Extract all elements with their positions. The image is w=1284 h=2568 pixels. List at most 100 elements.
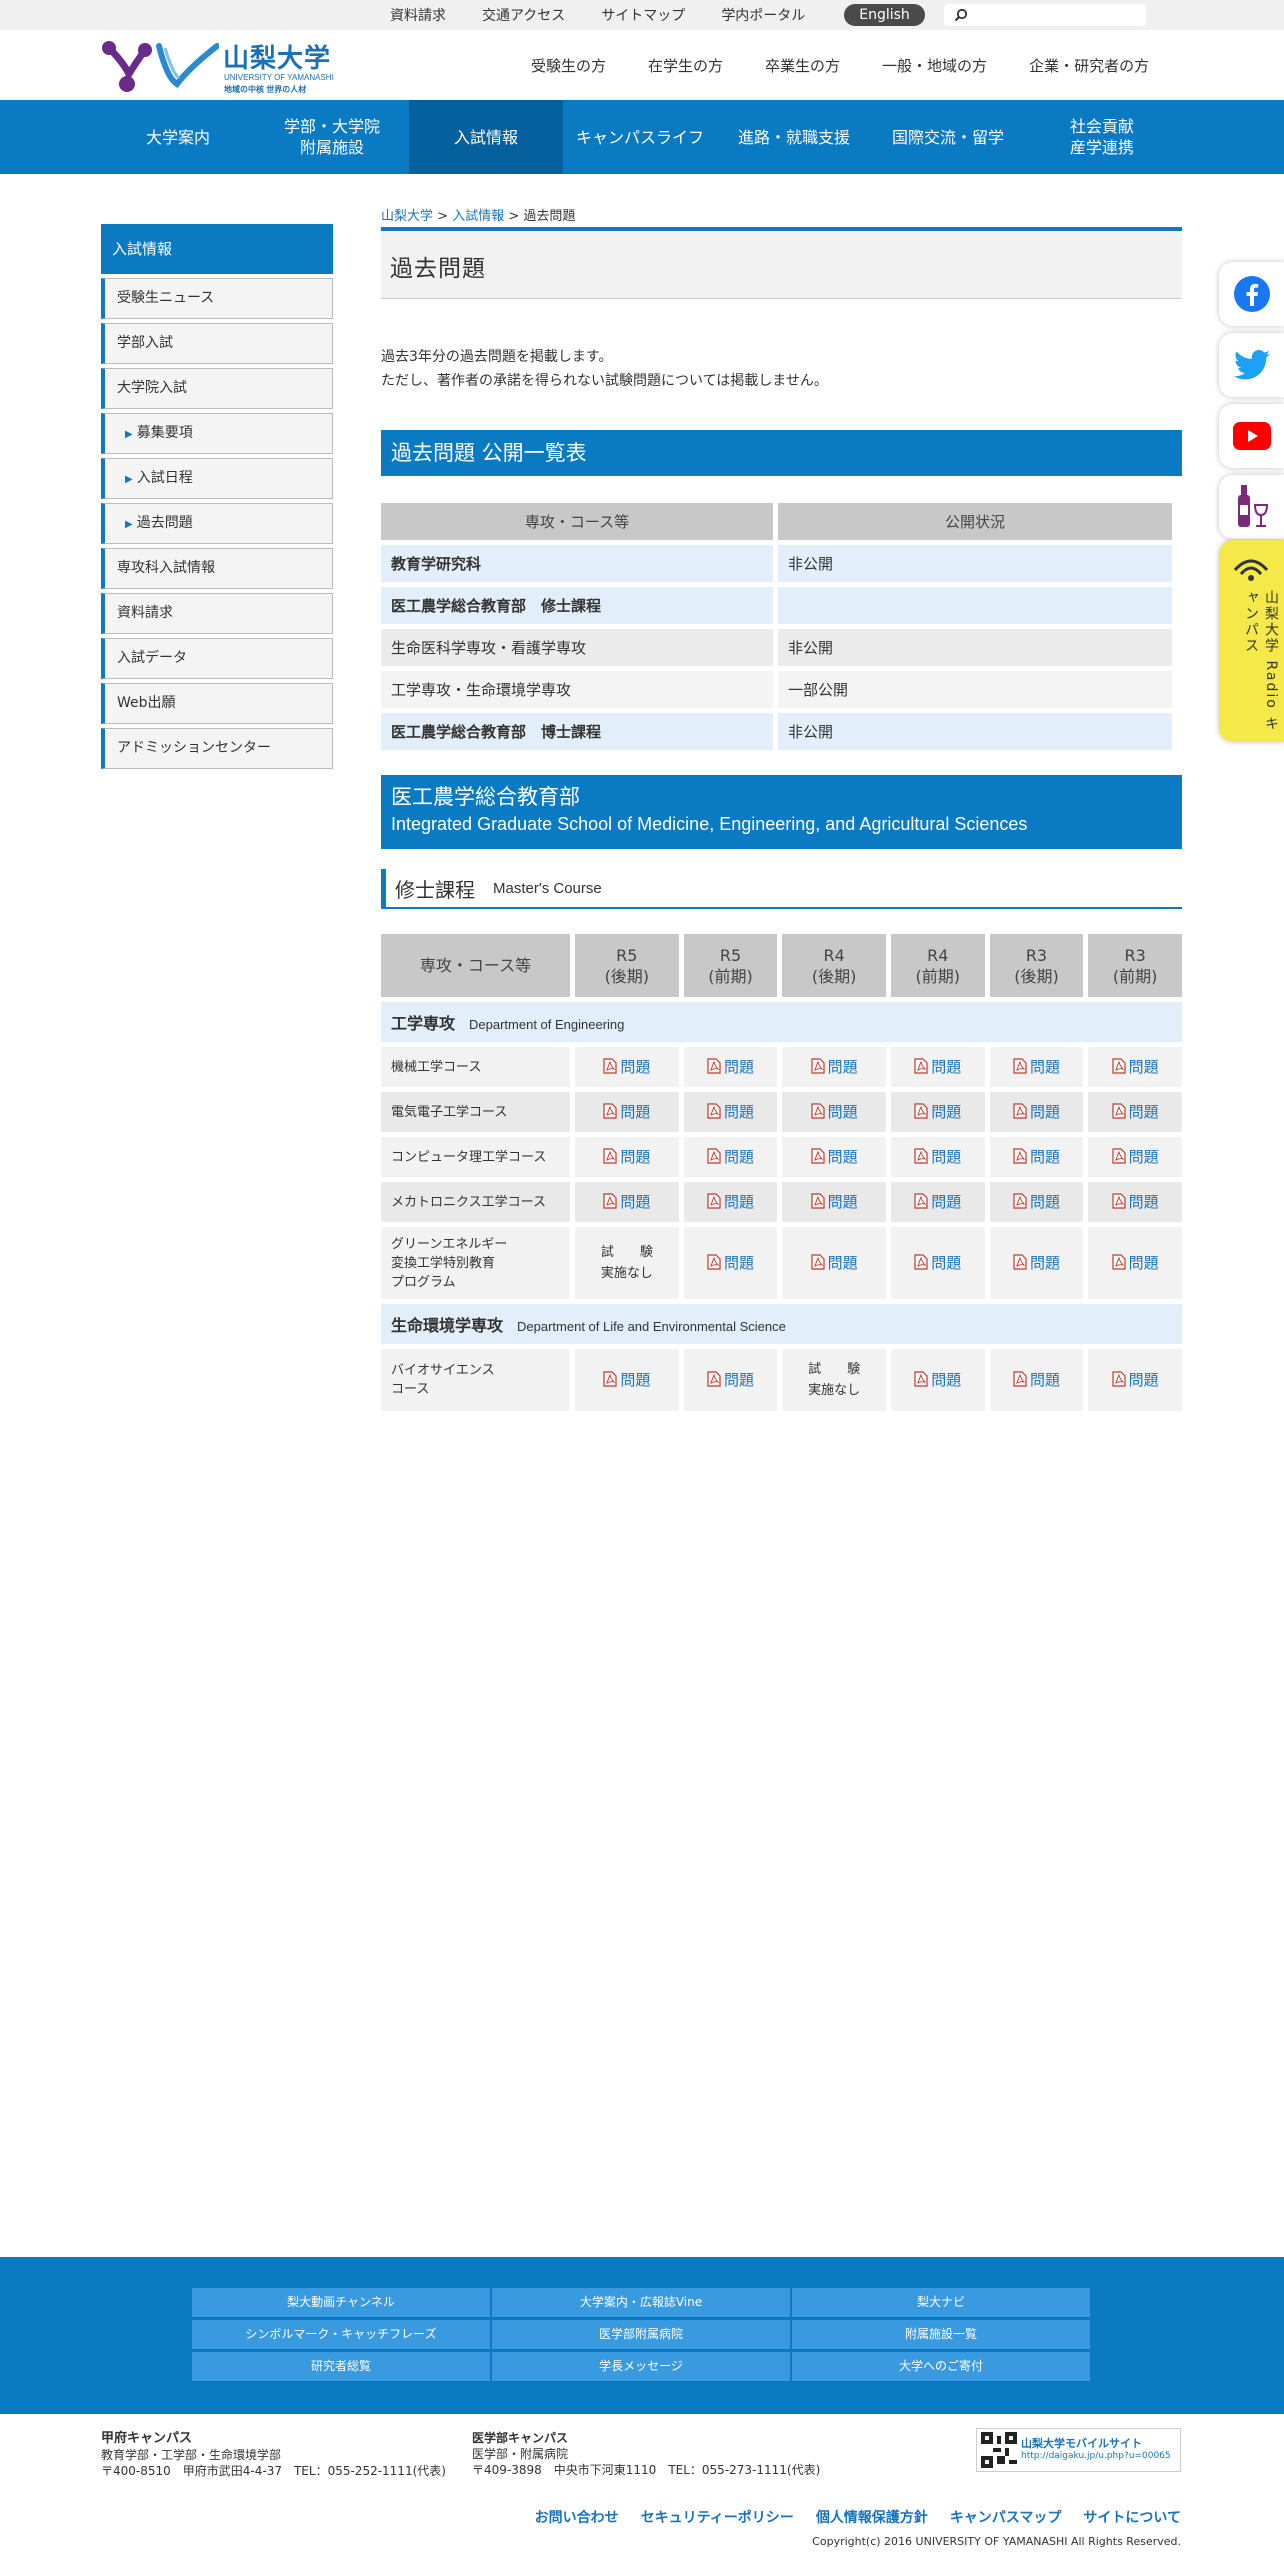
exam-pdf-link[interactable]: 問題 <box>1013 1252 1060 1273</box>
exam-pdf-link[interactable]: 問題 <box>914 1191 961 1212</box>
sidebar-heading[interactable]: 入試情報 <box>101 224 333 274</box>
utility-link-portal[interactable]: 学内ポータル <box>721 5 805 25</box>
exam-pdf-link[interactable]: 問題 <box>707 1146 754 1167</box>
exam-pdf-link[interactable]: 問題 <box>914 1252 961 1273</box>
breadcrumb-admissions[interactable]: 入試情報 <box>452 209 504 224</box>
exam-pdf-link[interactable]: 問題 <box>1013 1191 1060 1212</box>
copyright: Copyright(c) 2016 UNIVERSITY OF YAMANASH… <box>812 2535 1181 2548</box>
nav-about[interactable]: 大学案内 <box>101 100 255 174</box>
exam-pdf-link[interactable]: 問題 <box>914 1101 961 1122</box>
nav-campus-life[interactable]: キャンパスライフ <box>563 100 717 174</box>
youtube-button[interactable] <box>1219 404 1284 468</box>
pdf-icon <box>1112 1371 1126 1387</box>
footer-link-campus-map[interactable]: キャンパスマップ <box>950 2507 1062 2527</box>
university-logo[interactable]: 山梨大学 UNIVERSITY OF YAMANASHI 地域の中核 世界の人材 <box>101 38 341 94</box>
sidebar-subitem-schedule[interactable]: ▶ 入試日程 <box>101 458 333 499</box>
mobile-site-banner[interactable]: 山梨大学モバイルサイト http://daigaku.jp/u.php?u=00… <box>976 2428 1181 2472</box>
utility-link-access[interactable]: 交通アクセス <box>482 5 565 25</box>
nav-admissions[interactable]: 入試情報 <box>409 100 563 174</box>
footer-link-contact[interactable]: お問い合わせ <box>535 2507 619 2527</box>
exam-pdf-link[interactable]: 問題 <box>603 1101 650 1122</box>
nav-community[interactable]: 社会貢献 産学連携 <box>1025 100 1179 174</box>
exam-pdf-link[interactable]: 問題 <box>1112 1252 1159 1273</box>
sidebar-subitem-past-exams[interactable]: ▶ 過去問題 <box>101 503 333 544</box>
sidebar-item-web-application[interactable]: Web出願 <box>101 683 333 724</box>
sidebar-item-graduate[interactable]: 大学院入試 <box>101 368 333 409</box>
nav-international[interactable]: 国際交流・留学 <box>871 100 1025 174</box>
exam-pdf-link[interactable]: 問題 <box>1013 1101 1060 1122</box>
utility-link-sitemap[interactable]: サイトマップ <box>601 5 685 25</box>
footer-link-researchers[interactable]: 研究者総覧 <box>192 2352 490 2381</box>
sidebar-item-news[interactable]: 受験生ニュース <box>101 278 333 319</box>
exam-pdf-link[interactable]: 問題 <box>603 1146 650 1167</box>
exam-pdf-link[interactable]: 問題 <box>603 1369 650 1390</box>
twitter-button[interactable] <box>1219 333 1284 397</box>
exam-pdf-link[interactable]: 問題 <box>1112 1369 1159 1390</box>
exam-pdf-link[interactable]: 問題 <box>1112 1101 1159 1122</box>
exam-pdf-link[interactable]: 問題 <box>707 1056 754 1077</box>
footer-link-hospital[interactable]: 医学部附属病院 <box>492 2320 790 2349</box>
audience-link-alumni[interactable]: 卒業生の方 <box>765 55 840 76</box>
exam-pdf-link[interactable]: 問題 <box>603 1056 650 1077</box>
logo-name: 山梨大学 <box>223 44 332 74</box>
main-nav: 大学案内 学部・大学院 附属施設 入試情報 キャンパスライフ 進路・就職支援 国… <box>0 100 1284 174</box>
audience-link-business[interactable]: 企業・研究者の方 <box>1029 55 1149 76</box>
nav-career[interactable]: 進路・就職支援 <box>717 100 871 174</box>
exam-pdf-link[interactable]: 問題 <box>603 1191 650 1212</box>
exam-link-label: 問題 <box>620 1370 651 1389</box>
sidebar-item-materials[interactable]: 資料請求 <box>101 593 333 634</box>
audience-link-students[interactable]: 在学生の方 <box>648 55 723 76</box>
facebook-button[interactable] <box>1219 262 1284 326</box>
exam-pdf-link[interactable]: 問題 <box>707 1191 754 1212</box>
exam-pdf-link[interactable]: 問題 <box>707 1101 754 1122</box>
footer-link-vine[interactable]: 大学案内・広報誌Vine <box>492 2288 790 2317</box>
search-icon[interactable] <box>954 8 968 22</box>
exam-pdf-link[interactable]: 問題 <box>1013 1146 1060 1167</box>
exam-link-label: 問題 <box>1128 1147 1159 1166</box>
exam-pdf-link[interactable]: 問題 <box>811 1101 858 1122</box>
english-button[interactable]: English <box>844 4 925 26</box>
footer-link-security[interactable]: セキュリティーポリシー <box>641 2507 794 2527</box>
pdf-icon <box>1013 1103 1027 1119</box>
sidebar-subitem-guidelines[interactable]: ▶ 募集要項 <box>101 413 333 454</box>
exam-pdf-link[interactable]: 問題 <box>811 1146 858 1167</box>
nav-faculties[interactable]: 学部・大学院 附属施設 <box>255 100 409 174</box>
footer-link-facilities[interactable]: 附属施設一覧 <box>792 2320 1090 2349</box>
footer-link-symbol[interactable]: シンボルマーク・キャッチフレーズ <box>192 2320 490 2349</box>
sidebar-item-specialty[interactable]: 専攻科入試情報 <box>101 548 333 589</box>
past-exams-table: 専攻・コース等 R5 (後期) R5 (前期) R4 (後期) R4 (前期) … <box>376 929 1187 1416</box>
exam-pdf-link[interactable]: 問題 <box>1112 1056 1159 1077</box>
footer-link-navi[interactable]: 梨大ナビ <box>792 2288 1090 2317</box>
footer-link-president[interactable]: 学長メッセージ <box>492 2352 790 2381</box>
exam-pdf-link[interactable]: 問題 <box>811 1252 858 1273</box>
exam-pdf-link[interactable]: 問題 <box>1013 1056 1060 1077</box>
utility-link-request[interactable]: 資料請求 <box>390 5 446 25</box>
sidebar-item-data[interactable]: 入試データ <box>101 638 333 679</box>
exam-pdf-link[interactable]: 問題 <box>1112 1191 1159 1212</box>
audience-link-applicants[interactable]: 受験生の方 <box>531 55 606 76</box>
exam-pdf-link[interactable]: 問題 <box>811 1191 858 1212</box>
sidebar-item-admission-center[interactable]: アドミッションセンター <box>101 728 333 769</box>
exam-pdf-link[interactable]: 問題 <box>811 1056 858 1077</box>
exam-pdf-link[interactable]: 問題 <box>914 1056 961 1077</box>
program-status: 非公開 <box>778 713 1172 750</box>
footer-link-donation[interactable]: 大学へのご寄付 <box>792 2352 1090 2381</box>
radio-campus-button[interactable]: 山梨大学 Radio キャンパス <box>1219 540 1284 742</box>
sidebar-item-undergrad[interactable]: 学部入試 <box>101 323 333 364</box>
exam-pdf-link[interactable]: 問題 <box>707 1369 754 1390</box>
exam-pdf-link[interactable]: 問題 <box>1112 1146 1159 1167</box>
exam-pdf-link[interactable]: 問題 <box>1013 1369 1060 1390</box>
footer-link-about-site[interactable]: サイトについて <box>1083 2507 1181 2527</box>
audience-link-public[interactable]: 一般・地域の方 <box>882 55 987 76</box>
intro-line-2: ただし、著作者の承諾を得られない試験問題については掲載しません。 <box>381 373 828 389</box>
program-name: 医工農学総合教育部 博士課程 <box>381 713 773 750</box>
search-input[interactable] <box>974 6 1139 24</box>
wine-button[interactable] <box>1219 475 1284 539</box>
exam-pdf-link[interactable]: 問題 <box>707 1252 754 1273</box>
breadcrumb-home[interactable]: 山梨大学 <box>381 209 433 224</box>
footer-link-video[interactable]: 梨大動画チャンネル <box>192 2288 490 2317</box>
footer-link-privacy[interactable]: 個人情報保護方針 <box>816 2507 928 2527</box>
exam-pdf-link[interactable]: 問題 <box>914 1369 961 1390</box>
course-heading: 修士課程 Master's Course <box>381 869 1182 909</box>
exam-pdf-link[interactable]: 問題 <box>914 1146 961 1167</box>
